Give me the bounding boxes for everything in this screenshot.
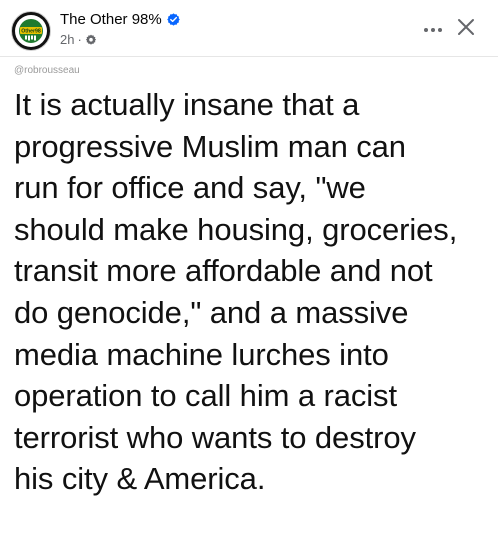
quote-line: do genocide," and a massive	[14, 294, 409, 330]
post-timestamp[interactable]: 2h	[60, 32, 74, 47]
quote-line: his city & America.	[14, 461, 266, 497]
verified-badge-icon	[166, 13, 180, 26]
more-horizontal-icon	[423, 20, 443, 38]
more-options-button[interactable]	[418, 14, 448, 44]
close-button[interactable]	[451, 14, 481, 44]
page-name-link[interactable]: The Other 98%	[60, 11, 180, 28]
post-meta: 2h ·	[60, 32, 97, 47]
gear-icon[interactable]	[85, 34, 97, 46]
post-image[interactable]: @robrousseau It is actually insane that …	[0, 56, 498, 542]
close-icon	[457, 18, 475, 41]
author-handle: @robrousseau	[14, 65, 80, 76]
post-header: Other98 The Other 98% 2h ·	[0, 0, 498, 56]
quote-line: transit more affordable and not	[14, 253, 433, 289]
quote-text: It is actually insane that a progressive…	[14, 84, 494, 500]
quote-line: It is actually insane that a	[14, 87, 360, 122]
meta-separator: ·	[77, 32, 82, 47]
page-avatar[interactable]: Other98	[11, 11, 51, 51]
svg-text:Other98: Other98	[21, 29, 41, 35]
avatar-logo: Other98	[15, 15, 47, 47]
quote-line: media machine lurches into	[14, 336, 389, 372]
quote-line: terrorist who wants to destroy	[14, 419, 416, 455]
quote-line: progressive Muslim man can	[14, 128, 406, 164]
quote-line: should make housing, groceries,	[14, 211, 458, 247]
quote-line: operation to call him a racist	[14, 378, 397, 414]
page-name[interactable]: The Other 98%	[60, 11, 162, 28]
quote-line: run for office and say, "we	[14, 170, 366, 206]
